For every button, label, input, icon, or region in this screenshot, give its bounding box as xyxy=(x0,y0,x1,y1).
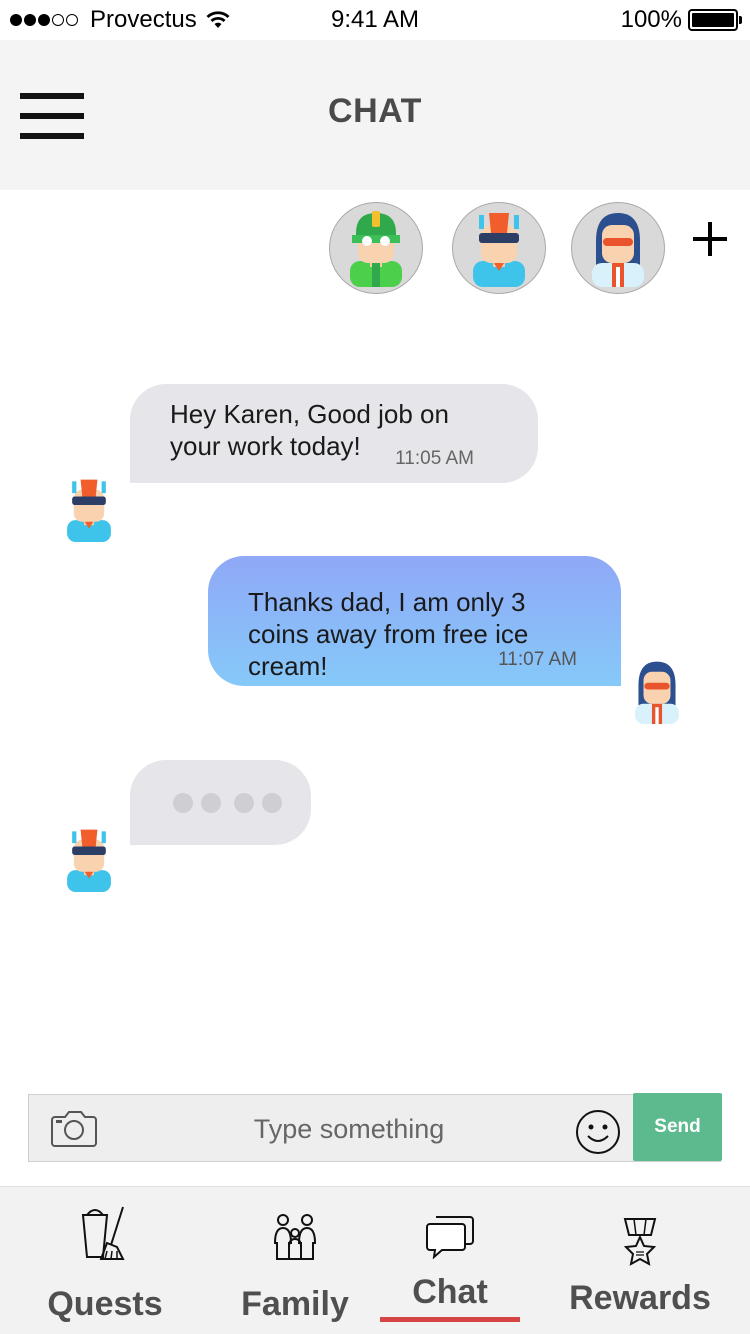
page-title: CHAT xyxy=(328,92,422,130)
tab-label: Family xyxy=(241,1285,349,1323)
typing-dot xyxy=(262,793,282,813)
tab-rewards[interactable]: Rewards xyxy=(560,1187,720,1334)
typing-dot xyxy=(173,793,193,813)
battery-icon xyxy=(688,9,742,31)
battery-fill xyxy=(692,13,734,27)
active-tab-indicator xyxy=(380,1317,520,1322)
menu-line xyxy=(20,133,84,139)
girl-hero-avatar xyxy=(635,661,679,724)
tab-label: Quests xyxy=(47,1285,163,1323)
chat-bubbles-icon xyxy=(426,1216,474,1259)
blue-hero-avatar xyxy=(473,213,525,287)
message-time: 11:05 AM xyxy=(395,448,474,469)
blue-hero-avatar xyxy=(67,829,111,892)
tab-chat[interactable]: Chat xyxy=(380,1187,520,1334)
tab-quests[interactable]: Quests xyxy=(30,1187,180,1334)
typing-dot xyxy=(234,793,254,813)
message-text: Thanks dad, I am only 3 coins away from … xyxy=(248,587,529,681)
message-bubble-incoming: Hey Karen, Good job on your work today! … xyxy=(130,384,538,483)
send-button[interactable]: Send xyxy=(633,1093,722,1161)
message-input[interactable] xyxy=(139,1107,559,1151)
camera-icon[interactable] xyxy=(51,1109,97,1147)
green-hero-avatar xyxy=(350,211,402,287)
status-bar: Provectus 9:41 AM 100% xyxy=(0,0,750,40)
message-time: 11:07 AM xyxy=(498,649,577,670)
status-right: 100% xyxy=(620,6,742,34)
typing-dot xyxy=(201,793,221,813)
message-bubble-outgoing: Thanks dad, I am only 3 coins away from … xyxy=(208,556,621,686)
tab-label: Chat xyxy=(412,1273,488,1311)
message-composer: Send xyxy=(28,1093,722,1162)
blue-hero-avatar xyxy=(67,479,111,542)
tab-family[interactable]: Family xyxy=(220,1187,370,1334)
tab-label: Rewards xyxy=(569,1279,711,1317)
medal-icon xyxy=(623,1218,657,1266)
participant-avatar-blue-hero[interactable] xyxy=(452,202,546,294)
smiley-icon[interactable] xyxy=(575,1109,621,1155)
family-icon xyxy=(273,1214,317,1260)
bucket-broom-icon xyxy=(81,1206,125,1260)
girl-hero-avatar xyxy=(592,213,644,287)
participant-avatar-green-hero[interactable] xyxy=(329,202,423,294)
bottom-tab-bar: Quests Family Chat Rewards xyxy=(0,1186,750,1334)
add-participant-plus-icon[interactable] xyxy=(690,220,730,260)
typing-indicator xyxy=(130,760,311,845)
participant-avatar-girl-hero[interactable] xyxy=(571,202,665,294)
app-header: CHAT xyxy=(0,40,750,190)
battery-percent: 100% xyxy=(620,6,682,33)
